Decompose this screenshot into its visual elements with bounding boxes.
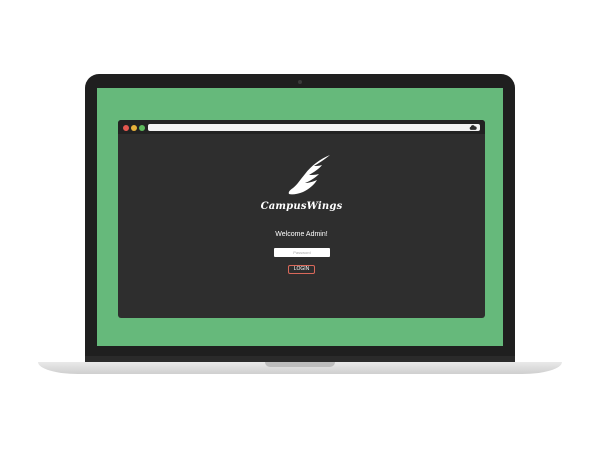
cloud-icon[interactable] xyxy=(469,124,477,131)
maximize-window-button[interactable] xyxy=(139,125,145,131)
welcome-message: Welcome Admin! xyxy=(275,231,328,238)
brand-name: CampusWings xyxy=(260,201,343,212)
browser-titlebar xyxy=(118,120,485,134)
password-input[interactable] xyxy=(274,248,330,257)
wing-icon xyxy=(288,155,330,195)
address-bar[interactable] xyxy=(148,124,480,131)
browser-window: CampusWings Welcome Admin! LOGIN xyxy=(118,120,485,318)
camera-icon xyxy=(298,80,302,84)
laptop-mockup: CampusWings Welcome Admin! LOGIN xyxy=(0,0,600,450)
minimize-window-button[interactable] xyxy=(131,125,137,131)
close-window-button[interactable] xyxy=(123,125,129,131)
login-button[interactable]: LOGIN xyxy=(288,265,315,274)
login-page: CampusWings Welcome Admin! LOGIN xyxy=(118,134,485,318)
laptop-base-notch xyxy=(265,362,335,367)
